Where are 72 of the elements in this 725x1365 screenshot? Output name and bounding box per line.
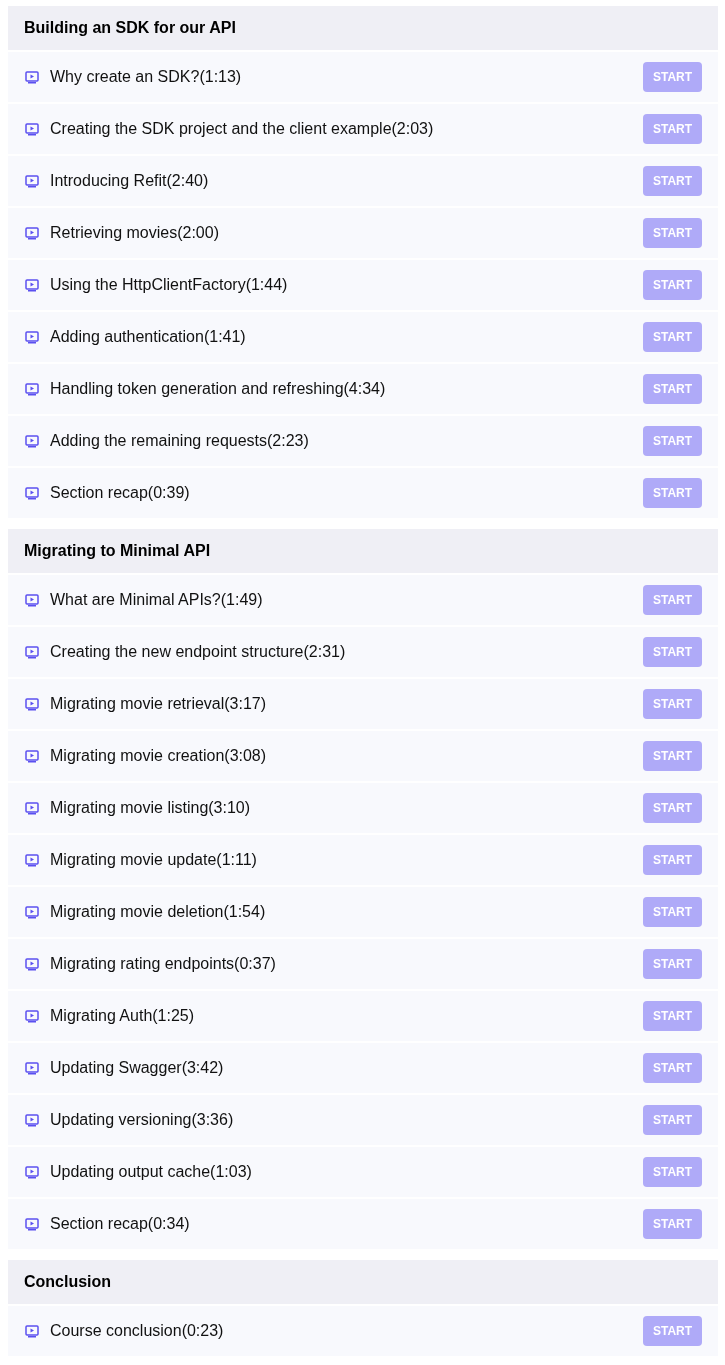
video-icon (25, 1217, 39, 1231)
video-icon (25, 645, 39, 659)
start-button[interactable]: START (643, 689, 702, 719)
video-icon (25, 1009, 39, 1023)
lesson-title: Introducing Refit(2:40) (50, 171, 210, 191)
video-icon (25, 70, 39, 84)
lesson-title: Migrating Auth(1:25) (50, 1006, 196, 1026)
section-title: Conclusion (24, 1272, 112, 1292)
video-icon (25, 905, 39, 919)
video-icon (25, 1113, 39, 1127)
lesson-title: Migrating movie retrieval(3:17) (50, 694, 268, 714)
lesson-title: Migrating movie listing(3:10) (50, 798, 252, 818)
start-button[interactable]: START (643, 1053, 702, 1083)
start-button[interactable]: START (643, 1157, 702, 1187)
video-icon (25, 226, 39, 240)
video-icon (25, 278, 39, 292)
section-title: Migrating to Minimal API (24, 541, 211, 561)
start-button[interactable]: START (643, 637, 702, 667)
start-button[interactable]: START (643, 1209, 702, 1239)
start-button[interactable]: START (643, 1001, 702, 1031)
start-button[interactable]: START (643, 270, 702, 300)
video-icon (25, 1324, 39, 1338)
start-button[interactable]: START (643, 1105, 702, 1135)
lesson-title: Retrieving movies(2:00) (50, 223, 220, 243)
start-button[interactable]: START (643, 62, 702, 92)
video-icon (25, 1061, 39, 1075)
start-button[interactable]: START (643, 845, 702, 875)
lesson-title: Section recap(0:39) (50, 483, 191, 503)
lesson-title: Section recap(0:34) (50, 1214, 191, 1234)
lesson-title: Using the HttpClientFactory(1:44) (50, 275, 289, 295)
start-button[interactable]: START (643, 426, 702, 456)
start-button[interactable]: START (643, 897, 702, 927)
lesson-title: Migrating movie creation(3:08) (50, 746, 268, 766)
lesson-title: Course conclusion(0:23) (50, 1321, 225, 1341)
lesson-title: Migrating rating endpoints(0:37) (50, 954, 277, 974)
start-button[interactable]: START (643, 741, 702, 771)
lesson-title: Handling token generation and refreshing(4:34) (50, 379, 387, 399)
lesson-title: Migrating movie deletion(1:54) (50, 902, 267, 922)
lesson-title: Adding the remaining requests(2:23) (50, 431, 310, 451)
start-button[interactable]: START (643, 322, 702, 352)
start-button[interactable]: START (643, 114, 702, 144)
lesson-title: Creating the SDK project and the client example(2:03) (50, 119, 435, 139)
video-icon (25, 801, 39, 815)
video-icon (25, 593, 39, 607)
lesson-title: Updating output cache(1:03) (50, 1162, 253, 1182)
start-button[interactable]: START (643, 793, 702, 823)
start-button[interactable]: START (643, 166, 702, 196)
lesson-title: Migrating movie update(1:11) (50, 850, 258, 870)
video-icon (25, 122, 39, 136)
video-icon (25, 486, 39, 500)
start-button[interactable]: START (643, 585, 702, 615)
lesson-title: Creating the new endpoint structure(2:31) (50, 642, 347, 662)
start-button[interactable]: START (643, 374, 702, 404)
video-icon (25, 853, 39, 867)
video-icon (25, 749, 39, 763)
lesson-title: Updating Swagger(3:42) (50, 1058, 225, 1078)
start-button[interactable]: START (643, 218, 702, 248)
video-icon (25, 174, 39, 188)
video-icon (25, 330, 39, 344)
video-icon (25, 697, 39, 711)
section-title: Building an SDK for our API (24, 18, 236, 38)
start-button[interactable]: START (643, 478, 702, 508)
lesson-title: Updating versioning(3:36) (50, 1110, 235, 1130)
lesson-title: What are Minimal APIs?(1:49) (50, 590, 264, 610)
lesson-title: Why create an SDK?(1:13) (50, 67, 243, 87)
start-button[interactable]: START (643, 1316, 702, 1346)
lesson-title: Adding authentication(1:41) (50, 327, 247, 347)
video-icon (25, 434, 39, 448)
video-icon (25, 382, 39, 396)
video-icon (25, 957, 39, 971)
video-icon (25, 1165, 39, 1179)
start-button[interactable]: START (643, 949, 702, 979)
